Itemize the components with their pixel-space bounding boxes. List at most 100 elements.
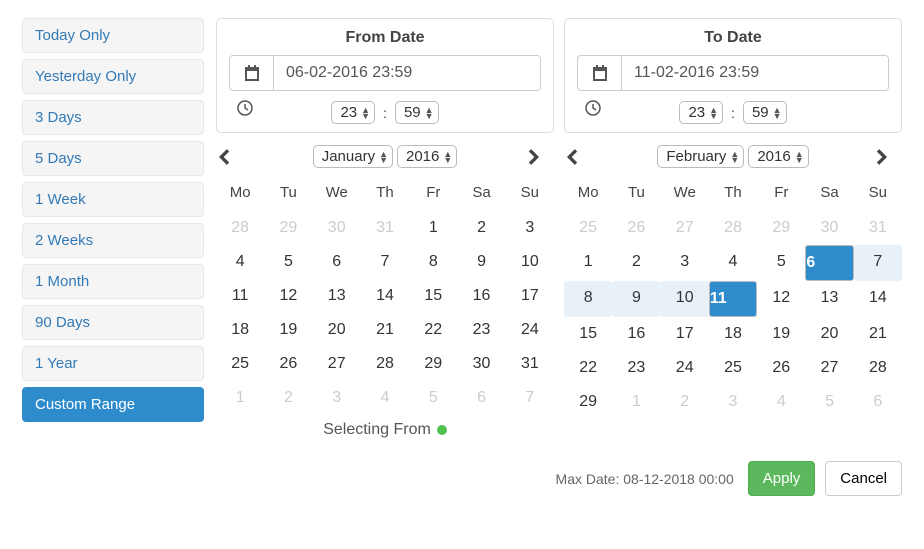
calendar-day[interactable]: 6 xyxy=(854,385,902,419)
calendar-day[interactable]: 15 xyxy=(564,317,612,351)
calendar-day[interactable]: 1 xyxy=(564,245,612,281)
preset-custom-range[interactable]: Custom Range xyxy=(22,387,204,422)
calendar-day[interactable]: 7 xyxy=(361,245,409,279)
calendar-day[interactable]: 4 xyxy=(361,381,409,415)
calendar-day[interactable]: 26 xyxy=(264,347,312,381)
prev-month-button[interactable] xyxy=(218,149,242,165)
calendar-day[interactable]: 28 xyxy=(854,351,902,385)
calendar-day[interactable]: 11 xyxy=(216,279,264,313)
calendar-day[interactable]: 20 xyxy=(805,317,853,351)
calendar-day[interactable]: 9 xyxy=(457,245,505,279)
calendar-day[interactable]: 29 xyxy=(564,385,612,419)
preset-yesterday-only[interactable]: Yesterday Only xyxy=(22,59,204,94)
calendar-day[interactable]: 11 xyxy=(709,281,757,317)
calendar-day[interactable]: 18 xyxy=(216,313,264,347)
calendar-day[interactable]: 30 xyxy=(457,347,505,381)
from-month-select[interactable]: January▲▼ xyxy=(313,145,393,168)
calendar-day[interactable]: 10 xyxy=(661,281,709,317)
calendar-day[interactable]: 2 xyxy=(264,381,312,415)
calendar-day[interactable]: 2 xyxy=(612,245,660,281)
calendar-day[interactable]: 15 xyxy=(409,279,457,313)
preset-2-weeks[interactable]: 2 Weeks xyxy=(22,223,204,258)
calendar-day[interactable]: 5 xyxy=(805,385,853,419)
calendar-day[interactable]: 25 xyxy=(709,351,757,385)
calendar-day[interactable]: 17 xyxy=(661,317,709,351)
calendar-day[interactable]: 4 xyxy=(216,245,264,279)
calendar-day[interactable]: 18 xyxy=(709,317,757,351)
calendar-day[interactable]: 16 xyxy=(457,279,505,313)
calendar-day[interactable]: 3 xyxy=(709,385,757,419)
preset-today-only[interactable]: Today Only xyxy=(22,18,204,53)
preset-1-year[interactable]: 1 Year xyxy=(22,346,204,381)
calendar-day[interactable]: 5 xyxy=(264,245,312,279)
calendar-day[interactable]: 6 xyxy=(457,381,505,415)
calendar-day[interactable]: 21 xyxy=(361,313,409,347)
calendar-day[interactable]: 16 xyxy=(612,317,660,351)
calendar-day[interactable]: 30 xyxy=(313,211,361,245)
calendar-day[interactable]: 7 xyxy=(506,381,554,415)
prev-month-button[interactable] xyxy=(566,149,590,165)
calendar-day[interactable]: 9 xyxy=(612,281,660,317)
preset-90-days[interactable]: 90 Days xyxy=(22,305,204,340)
calendar-day[interactable]: 10 xyxy=(506,245,554,279)
apply-button[interactable]: Apply xyxy=(748,461,816,496)
from-minute-select[interactable]: 59▲▼ xyxy=(395,101,439,124)
calendar-day[interactable]: 27 xyxy=(313,347,361,381)
calendar-day[interactable]: 8 xyxy=(409,245,457,279)
calendar-day[interactable]: 12 xyxy=(264,279,312,313)
calendar-day[interactable]: 19 xyxy=(264,313,312,347)
calendar-day[interactable]: 23 xyxy=(612,351,660,385)
preset-3-days[interactable]: 3 Days xyxy=(22,100,204,135)
calendar-day[interactable]: 21 xyxy=(854,317,902,351)
cancel-button[interactable]: Cancel xyxy=(825,461,902,496)
calendar-day[interactable]: 3 xyxy=(506,211,554,245)
to-minute-select[interactable]: 59▲▼ xyxy=(743,101,787,124)
next-month-button[interactable] xyxy=(528,149,552,165)
calendar-day[interactable]: 14 xyxy=(854,281,902,317)
calendar-day[interactable]: 4 xyxy=(709,245,757,281)
calendar-day[interactable]: 31 xyxy=(361,211,409,245)
calendar-day[interactable]: 24 xyxy=(506,313,554,347)
calendar-day[interactable]: 29 xyxy=(757,211,805,245)
from-date-field[interactable] xyxy=(274,56,540,90)
calendar-day[interactable]: 12 xyxy=(757,281,805,317)
calendar-day[interactable]: 1 xyxy=(409,211,457,245)
to-year-select[interactable]: 2016▲▼ xyxy=(748,145,808,168)
calendar-day[interactable]: 31 xyxy=(854,211,902,245)
calendar-day[interactable]: 24 xyxy=(661,351,709,385)
calendar-day[interactable]: 7 xyxy=(854,245,902,281)
calendar-day[interactable]: 30 xyxy=(805,211,853,245)
calendar-day[interactable]: 6 xyxy=(313,245,361,279)
calendar-day[interactable]: 2 xyxy=(457,211,505,245)
preset-5-days[interactable]: 5 Days xyxy=(22,141,204,176)
calendar-day[interactable]: 29 xyxy=(409,347,457,381)
calendar-day[interactable]: 28 xyxy=(216,211,264,245)
calendar-day[interactable]: 29 xyxy=(264,211,312,245)
next-month-button[interactable] xyxy=(876,149,900,165)
calendar-day[interactable]: 19 xyxy=(757,317,805,351)
calendar-day[interactable]: 25 xyxy=(216,347,264,381)
calendar-day[interactable]: 20 xyxy=(313,313,361,347)
preset-1-week[interactable]: 1 Week xyxy=(22,182,204,217)
calendar-day[interactable]: 5 xyxy=(757,245,805,281)
from-date-input[interactable] xyxy=(229,55,541,91)
preset-1-month[interactable]: 1 Month xyxy=(22,264,204,299)
calendar-day[interactable]: 17 xyxy=(506,279,554,313)
calendar-day[interactable]: 31 xyxy=(506,347,554,381)
calendar-day[interactable]: 5 xyxy=(409,381,457,415)
calendar-day[interactable]: 4 xyxy=(757,385,805,419)
calendar-day[interactable]: 1 xyxy=(216,381,264,415)
calendar-day[interactable]: 23 xyxy=(457,313,505,347)
to-hour-select[interactable]: 23▲▼ xyxy=(679,101,723,124)
calendar-day[interactable]: 25 xyxy=(564,211,612,245)
calendar-day[interactable]: 26 xyxy=(757,351,805,385)
calendar-day[interactable]: 1 xyxy=(612,385,660,419)
calendar-day[interactable]: 27 xyxy=(661,211,709,245)
from-hour-select[interactable]: 23▲▼ xyxy=(331,101,375,124)
to-date-field[interactable] xyxy=(622,56,888,90)
calendar-day[interactable]: 13 xyxy=(313,279,361,313)
calendar-day[interactable]: 8 xyxy=(564,281,612,317)
calendar-day[interactable]: 22 xyxy=(564,351,612,385)
calendar-day[interactable]: 14 xyxy=(361,279,409,313)
calendar-day[interactable]: 22 xyxy=(409,313,457,347)
